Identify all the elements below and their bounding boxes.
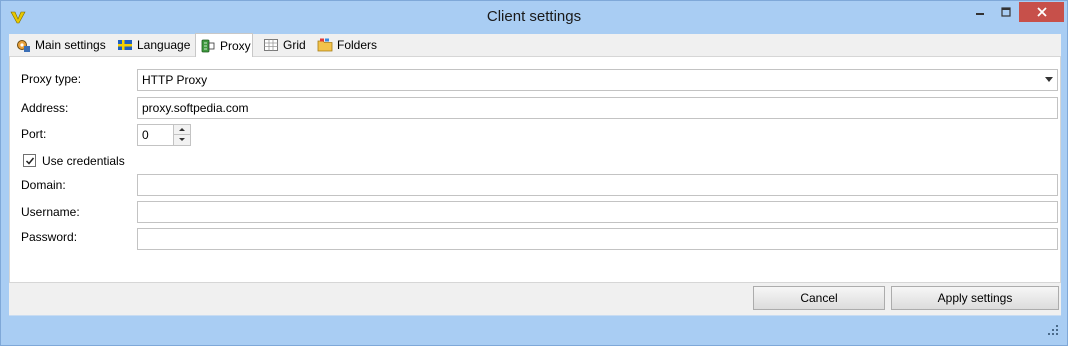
proxy-settings-panel: Proxy type: HTTP Proxy Address: proxy.so… xyxy=(9,56,1061,283)
minimize-icon xyxy=(976,13,984,15)
username-label: Username: xyxy=(21,205,80,219)
address-input[interactable]: proxy.softpedia.com xyxy=(137,97,1058,119)
proxy-type-select[interactable]: HTTP Proxy xyxy=(137,69,1058,91)
close-button[interactable] xyxy=(1019,2,1064,22)
tab-label: Folders xyxy=(337,38,378,52)
tab-label: Main settings xyxy=(35,38,106,52)
tab-label: Grid xyxy=(283,38,306,52)
domain-label: Domain: xyxy=(21,178,66,192)
minimize-button[interactable] xyxy=(967,2,993,22)
port-stepper[interactable]: 0 xyxy=(137,124,191,146)
port-value: 0 xyxy=(142,128,149,142)
client-settings-window: Client settings Main settings Language P… xyxy=(0,0,1068,346)
domain-input[interactable] xyxy=(137,174,1058,196)
chevron-down-icon[interactable] xyxy=(1045,77,1053,82)
password-label: Password: xyxy=(21,230,78,244)
use-credentials-checkbox[interactable] xyxy=(23,154,36,167)
apply-settings-button[interactable]: Apply settings xyxy=(891,286,1059,310)
address-value: proxy.softpedia.com xyxy=(142,101,249,115)
tab-strip: Main settings Language Proxy Grid Folder… xyxy=(9,33,1061,57)
maximize-button[interactable] xyxy=(993,2,1019,22)
proxy-type-value: HTTP Proxy xyxy=(142,73,208,87)
arrow-up-icon xyxy=(179,128,185,131)
tab-label: Language xyxy=(137,38,191,52)
close-icon xyxy=(1036,7,1047,17)
cancel-button[interactable]: Cancel xyxy=(753,286,885,310)
spin-down-button[interactable] xyxy=(174,135,190,145)
spin-up-button[interactable] xyxy=(174,125,190,135)
port-spinner xyxy=(173,125,190,145)
username-input[interactable] xyxy=(137,201,1058,223)
title-bar[interactable]: Client settings xyxy=(1,1,1067,33)
tab-proxy[interactable]: Proxy xyxy=(195,33,253,57)
grid-icon xyxy=(264,39,278,51)
maximize-icon xyxy=(1001,7,1011,17)
main-settings-icon xyxy=(17,40,30,52)
port-label: Port: xyxy=(21,127,47,141)
window-title: Client settings xyxy=(486,8,582,25)
folders-icon xyxy=(317,38,333,52)
tab-grid[interactable]: Grid xyxy=(259,34,313,56)
tab-label: Proxy xyxy=(220,38,251,53)
tab-language[interactable]: Language xyxy=(113,34,193,56)
resize-grip-icon[interactable] xyxy=(1047,324,1059,336)
password-input[interactable] xyxy=(137,228,1058,250)
proxy-type-label: Proxy type: xyxy=(21,72,82,86)
status-bar xyxy=(9,315,1061,339)
use-credentials-label[interactable]: Use credentials xyxy=(42,154,125,168)
address-label: Address: xyxy=(21,101,69,115)
dialog-footer: Cancel Apply settings xyxy=(9,283,1061,315)
proxy-icon xyxy=(201,39,215,52)
tab-main-settings[interactable]: Main settings xyxy=(11,34,107,56)
checkmark-icon xyxy=(25,157,34,165)
arrow-down-icon xyxy=(179,138,185,141)
flag-icon xyxy=(118,40,132,50)
tab-folders[interactable]: Folders xyxy=(313,34,383,56)
